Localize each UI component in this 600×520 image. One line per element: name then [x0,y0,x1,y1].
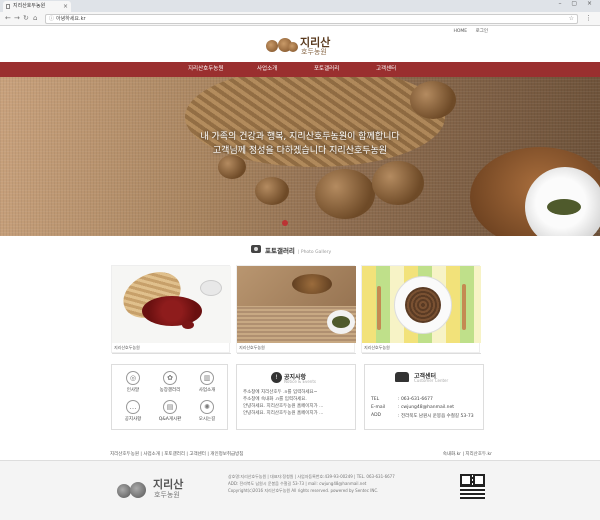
nav-item-business[interactable]: 사업소개 [257,62,277,77]
logo-text-sub: 호두농원 [301,48,327,56]
slide-indicator[interactable] [282,220,288,226]
address-bar: ← → ↻ ⌂ ⓘ 아녕하세요.kr ☆ ⋮ [0,12,600,26]
home-icon[interactable]: ⌂ [33,14,37,22]
home-link[interactable]: HOME [453,29,467,34]
gallery-item[interactable]: 지리산호두농원 [236,265,356,354]
gallery-image-walnuts [237,266,356,343]
chart-icon: ▥ [200,371,214,385]
divider [362,353,481,354]
customer-center-panel: 고객센터 Customer Center TEL: 063-631-6677 E… [364,364,484,430]
walnut-image [315,169,375,219]
address-row: ADD: 전라북도 남원시 운봉읍 수철길 53-73 [371,413,474,419]
divider [237,353,356,354]
gallery-item[interactable]: 지리산호두농원 [111,265,231,354]
chat-icon: … [126,400,140,414]
gallery-caption: 지리산호두농원 [364,345,390,350]
close-tab-icon[interactable]: × [63,1,68,12]
footer-info-line: 상호명:지리산호두농원 | 대표자:정청원 | 사업자등록번호:439-93-0… [228,474,395,479]
gallery-image-noodles [362,266,481,343]
quick-farm-gallery[interactable]: ✿ 농장갤러리 [157,371,183,393]
login-link[interactable]: 로그인 [476,29,488,34]
camera-icon [251,245,261,253]
footer: 지리산 호두농원 상호명:지리산호두농원 | 대표자:정청원 | 사업자등록번호… [0,461,600,520]
quick-notice[interactable]: … 공지사항 [120,400,146,422]
footer-info-line: ADD: 전라북도 남원시 운봉읍 수철길 53-73 | mail: cwju… [228,481,367,486]
main-nav: 지리산호두농원 사업소개 포토갤러리 고객센터 [0,62,600,77]
gallery-image-jujube [112,266,231,343]
nav-item-gallery[interactable]: 포토갤러리 [314,62,339,77]
site-logo[interactable]: 지리산 호두농원 [264,34,344,60]
divider [112,353,231,354]
quick-greeting[interactable]: ◎ 인사말 [120,371,146,393]
bookmark-star-icon[interactable]: ☆ [569,15,574,23]
hero-text: 내 가족의 건강과 행복, 지리산호두농원이 함께합니다 고객님께 정성을 다하… [0,130,600,158]
quick-qna[interactable]: ▤ Q&A게시판 [157,400,183,422]
book-icon: ▤ [163,400,177,414]
walnut-icon [266,40,278,52]
notice-item[interactable]: 안녕하세요. 지리산호두농원 홈페이지가 ... [243,403,323,410]
util-links: HOME 로그인 [446,28,488,34]
family-sites[interactable]: 숙내화.kr | 지리산호두.kr [443,451,492,457]
gallery-caption: 지리산호두농원 [114,345,140,350]
tab-title: 지리산호두농원 [13,3,46,9]
url-text: 아녕하세요.kr [56,16,86,22]
qr-code [460,474,485,499]
walnut-image [255,177,289,205]
notice-item[interactable]: 안녕하세요. 지리산호두농원 홈페이지가 ... [243,410,323,417]
page-icon [6,4,10,9]
email-row: E-mail: cwjung48@hanmail.net [371,405,455,410]
walnut-image [410,81,456,119]
browser-tab-bar: 지리산호두농원 × – ▢ × [0,0,600,12]
walnut-image [218,155,246,179]
herb-image [547,199,581,215]
walnut-icon [130,482,146,498]
reload-icon[interactable]: ↻ [23,14,29,22]
quick-menu: ◎ 인사말 ✿ 농장갤러리 ▥ 사업소개 … 공지사항 ▤ Q&A게시판 ✺ 오시는길 [111,364,228,430]
nav-item-farm[interactable]: 지리산호두농원 [188,62,223,77]
gallery-caption: 지리산호두농원 [239,345,265,350]
telephone-icon [395,372,409,382]
hero-line-2: 고객님께 정성을 다하겠습니다 지리산호두농원 [212,146,388,156]
gallery-subtitle: | Photo Gallery [297,250,332,255]
walnut-icon [117,484,131,498]
tel-row: TEL: 063-631-6677 [371,397,433,402]
hero-banner: 내 가족의 건강과 행복, 지리산호두농원이 함께합니다 고객님께 정성을 다하… [0,77,600,236]
forward-icon[interactable]: → [14,14,20,22]
notice-item[interactable]: 주소창에 숙내화 .n를 입력하세요. [243,396,323,403]
notice-icon: ! [271,372,282,383]
footer-info: 상호명:지리산호두농원 | 대표자:정청원 | 사업자등록번호:439-93-0… [228,473,395,494]
notice-item[interactable]: 주소창에 지리산호두 .n를 입력하세요~ [243,389,323,396]
customer-center-subtitle: Customer Center [414,378,449,383]
back-icon[interactable]: ← [5,14,11,22]
gear-icon: ✺ [200,400,214,414]
notice-list: 주소창에 지리산호두 .n를 입력하세요~ 주소창에 숙내화 .n를 입력하세요… [243,389,323,417]
gallery-item[interactable]: 지리산호두농원 [361,265,481,354]
hero-line-1: 내 가족의 건강과 행복, 지리산호두농원이 함께합니다 [200,132,400,142]
browser-tab[interactable]: 지리산호두농원 × [3,1,71,12]
footer-logo-sub: 호두농원 [154,491,180,499]
url-input[interactable]: ⓘ 아녕하세요.kr ☆ [45,14,578,24]
footer-logo: 지리산 호두농원 [115,476,205,504]
nav-item-customer[interactable]: 고객센터 [376,62,396,77]
plant-icon: ✿ [163,371,177,385]
walnut-icon [288,42,298,52]
footer-links[interactable]: 지리산호두농원 | 사업소개 | 포토갤러리 | 고객센터 | 개인정보취급방침 [110,451,243,457]
walnut-image [372,161,424,205]
footer-info-line: Copyright(c)2016 지리산호두농원 All rights rese… [228,488,379,493]
quick-business[interactable]: ▥ 사업소개 [194,371,220,393]
window-controls[interactable]: – ▢ × [558,0,596,7]
globe-icon: ◎ [126,371,140,385]
gallery-title-text: 포토갤러리 [265,247,295,255]
notice-subtitle: Notice & Events [284,379,316,384]
gallery-title: 포토갤러리 | Photo Gallery [265,245,331,255]
site: HOME 로그인 지리산 호두농원 지리산호두농원 사업소개 포토갤러리 고객센… [0,26,600,520]
notice-panel: ! 공지사항 Notice & Events 주소창에 지리산호두 .n를 입력… [236,364,356,430]
quick-directions[interactable]: ✺ 오시는길 [194,400,220,422]
menu-icon[interactable]: ⋮ [585,14,592,22]
info-icon[interactable]: ⓘ [49,15,54,23]
